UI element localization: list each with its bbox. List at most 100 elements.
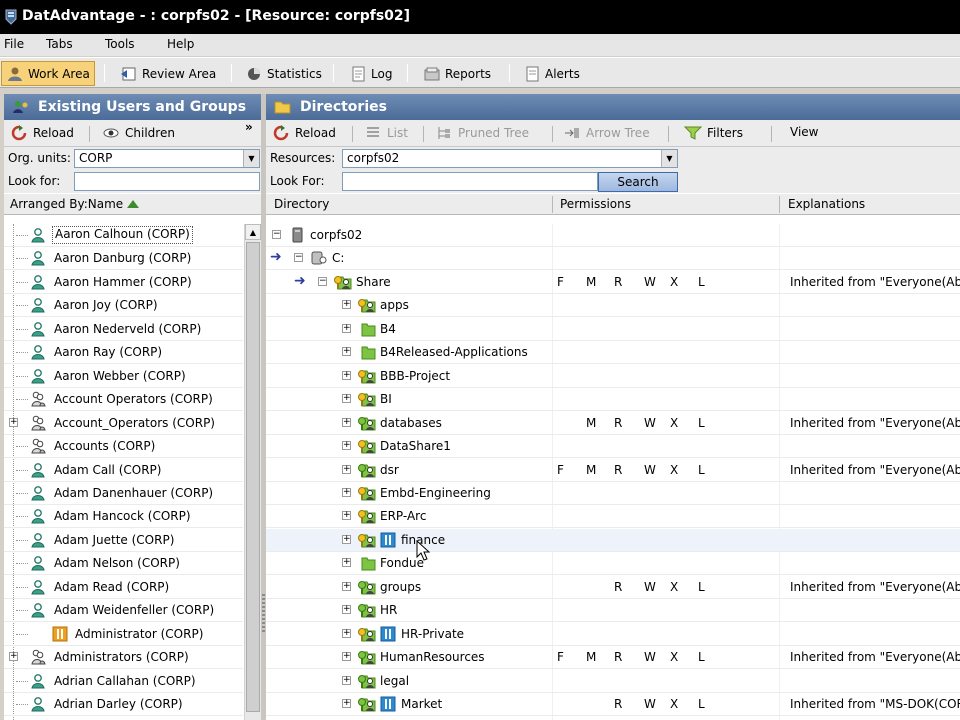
directory-row[interactable]: + apps [266, 294, 960, 318]
expand-icon[interactable]: + [9, 652, 18, 662]
directory-row[interactable]: + B4 [266, 318, 960, 341]
directory-row[interactable]: + legal [266, 670, 960, 693]
user-row[interactable]: Aaron Joy (CORP) [4, 294, 243, 318]
menu-help[interactable]: Help [167, 37, 194, 51]
resources-select[interactable]: corpfs02 ▼ [342, 149, 678, 168]
expand-icon[interactable]: + [342, 441, 351, 451]
overflow-chevron-icon[interactable]: » [245, 120, 253, 134]
filters-button[interactable]: Filters [684, 125, 743, 141]
user-row[interactable]: Adam Hancock (CORP) [4, 505, 243, 529]
user-row[interactable]: Adrian Darley (CORP) [4, 693, 243, 716]
left-reload-button[interactable]: Reload [10, 125, 74, 141]
alerts-button[interactable]: Alerts [519, 61, 584, 86]
collapse-icon[interactable]: − [272, 230, 281, 239]
expand-icon[interactable]: + [342, 347, 351, 357]
user-row[interactable]: Aaron Calhoun (CORP) [4, 224, 243, 247]
statistics-button[interactable]: Statistics [241, 61, 326, 86]
view-button[interactable]: View [790, 125, 818, 139]
arrow-tree-button[interactable]: Arrow Tree [563, 125, 650, 141]
column-separator[interactable] [779, 196, 780, 213]
review-area-button[interactable]: Review Area [116, 61, 220, 86]
directory-row[interactable]: + HumanResources F M R W X L Inherited from "Eve… [266, 646, 960, 670]
expand-icon[interactable]: + [342, 300, 351, 310]
column-explanations[interactable]: Explanations [788, 197, 865, 211]
user-row[interactable]: Adrian Callahan (CORP) [4, 670, 243, 693]
column-directory[interactable]: Directory [274, 197, 329, 211]
directory-row[interactable]: − corpfs02 [266, 224, 960, 247]
column-separator[interactable] [552, 196, 553, 213]
dropdown-arrow-icon[interactable]: ▼ [243, 150, 259, 167]
menu-file[interactable]: File [4, 37, 24, 51]
collapse-icon[interactable]: − [294, 253, 303, 263]
expand-icon[interactable]: + [342, 487, 351, 497]
directory-row[interactable]: + ERP-Arc [266, 505, 960, 529]
expand-icon[interactable]: + [342, 417, 351, 427]
user-row[interactable]: Adam Weidenfeller (CORP) [4, 599, 243, 623]
user-row[interactable]: Aaron Danburg (CORP) [4, 247, 243, 271]
column-permissions[interactable]: Permissions [560, 197, 631, 211]
expand-icon[interactable]: + [342, 652, 351, 662]
right-reload-button[interactable]: Reload [272, 125, 336, 141]
scroll-thumb[interactable] [246, 242, 260, 712]
user-row[interactable]: Aaron Ray (CORP) [4, 341, 243, 365]
user-row[interactable]: Adam Juette (CORP) [4, 529, 243, 552]
directory-row[interactable]: + finance [266, 528, 960, 552]
directory-row[interactable]: + databases M R W X L Inherited from "Everyone(… [266, 412, 960, 435]
user-row[interactable]: Adam Nelson (CORP) [4, 552, 243, 576]
directory-row[interactable]: + Embd-Engineering [266, 482, 960, 505]
collapse-icon[interactable]: − [318, 276, 327, 286]
user-row[interactable]: + Account_Operators (CORP) [4, 412, 243, 435]
menu-tools[interactable]: Tools [105, 37, 135, 51]
directory-row[interactable]: + BBB-Project [266, 365, 960, 388]
expand-icon[interactable]: + [342, 605, 351, 615]
expand-icon[interactable]: + [342, 370, 351, 380]
log-button[interactable]: Log [345, 61, 396, 86]
splitter-grip[interactable] [262, 594, 265, 634]
user-row[interactable]: Accounts (CORP) [4, 435, 243, 459]
right-look-for-input[interactable] [342, 172, 598, 191]
expand-icon[interactable]: + [342, 675, 351, 685]
user-row[interactable]: Adam Danenhauer (CORP) [4, 482, 243, 505]
directory-row[interactable]: + B4Released-Applications [266, 341, 960, 365]
directory-row[interactable]: + Market R W X L Inherited from "MS-DOK(CORP [266, 693, 960, 716]
user-row[interactable]: Aaron Hammer (CORP) [4, 271, 243, 294]
expand-icon[interactable]: + [342, 534, 351, 544]
list-button[interactable]: List [364, 125, 408, 141]
directory-row[interactable]: + BI [266, 388, 960, 412]
users-scrollbar[interactable]: ▲ [244, 224, 261, 720]
expand-icon[interactable]: + [342, 581, 351, 591]
user-row[interactable]: + Administrators (CORP) [4, 646, 243, 670]
reports-button[interactable]: Reports [419, 61, 495, 86]
directory-row[interactable]: ➜ − C: [266, 247, 960, 271]
directory-row[interactable]: + groups R W X L Inherited from "Everyone(Abst… [266, 576, 960, 599]
directory-row[interactable]: + dsr F M R W X L Inherited from "Everyone(Abstr [266, 459, 960, 482]
work-area-button[interactable]: Work Area [1, 61, 95, 86]
user-row[interactable]: Adam Call (CORP) [4, 459, 243, 482]
expand-icon[interactable]: + [9, 417, 18, 427]
expand-icon[interactable]: + [342, 699, 351, 708]
expand-icon[interactable]: + [342, 464, 351, 474]
user-row[interactable]: Adam Read (CORP) [4, 576, 243, 599]
directory-row[interactable]: ➜ − Share F M R W X L Inherited from "Everyone(Ab… [266, 271, 960, 294]
dropdown-arrow-icon[interactable]: ▼ [661, 150, 677, 167]
search-button[interactable]: Search [598, 172, 678, 192]
directory-row[interactable]: + HR [266, 599, 960, 623]
directory-row[interactable]: + Fondue [266, 552, 960, 576]
children-button[interactable]: Children [102, 125, 175, 141]
user-row[interactable]: Aaron Webber (CORP) [4, 365, 243, 388]
expand-icon[interactable]: + [342, 394, 351, 404]
user-row[interactable]: Administrator (CORP) [4, 623, 243, 646]
pruned-tree-button[interactable]: Pruned Tree [435, 125, 529, 141]
user-row[interactable]: Aaron Nederveld (CORP) [4, 318, 243, 341]
expand-icon[interactable]: + [342, 511, 351, 521]
arranged-by-header[interactable]: Arranged By:Name [4, 193, 261, 215]
expand-icon[interactable]: + [342, 558, 351, 568]
user-row[interactable]: Account Operators (CORP) [4, 388, 243, 412]
directory-row[interactable]: + HR-Private [266, 623, 960, 646]
menu-tabs[interactable]: Tabs [46, 37, 73, 51]
left-look-for-input[interactable] [74, 172, 260, 191]
org-units-select[interactable]: CORP ▼ [74, 149, 260, 168]
directory-row[interactable]: + DataShare1 [266, 435, 960, 459]
expand-icon[interactable]: + [342, 323, 351, 333]
expand-icon[interactable]: + [342, 628, 351, 638]
